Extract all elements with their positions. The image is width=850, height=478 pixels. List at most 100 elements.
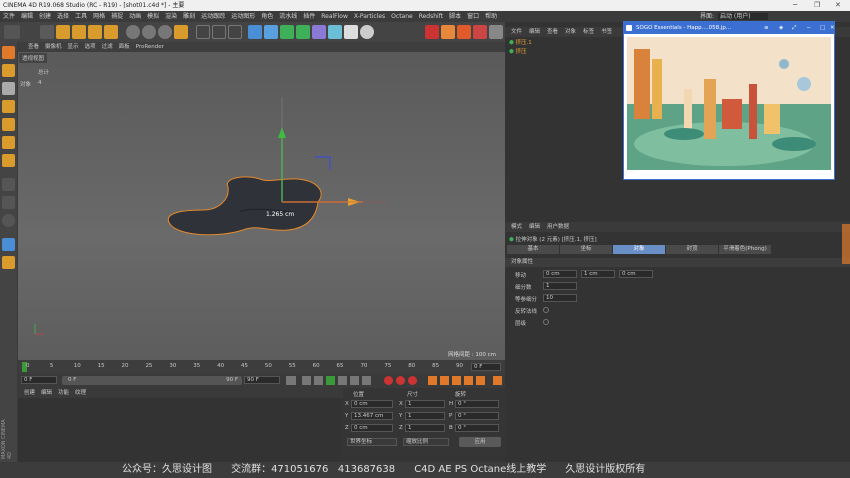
solo-button[interactable] — [2, 238, 15, 251]
layout-select[interactable]: 启动 (用户) — [718, 13, 768, 20]
apply-button[interactable]: 应用 — [459, 437, 501, 447]
menu-item[interactable]: Octane — [391, 13, 413, 20]
material-menu-item[interactable]: 编辑 — [41, 390, 52, 396]
menu-item[interactable]: 流水线 — [279, 13, 297, 20]
menu-item[interactable]: 脚本 — [449, 13, 461, 20]
model-mode-button[interactable] — [2, 64, 15, 77]
menu-item[interactable]: 文件 — [3, 13, 15, 20]
y-axis-button[interactable] — [142, 25, 156, 39]
prev-frame-button[interactable] — [314, 376, 323, 385]
attribute-menu-item[interactable]: 模式 — [511, 224, 522, 230]
menu-item[interactable]: 模拟 — [147, 13, 159, 20]
coord-system-button[interactable] — [174, 25, 188, 39]
object-row[interactable]: ⬢ 挤压 — [509, 47, 569, 55]
attribute-menu-item[interactable]: 编辑 — [529, 224, 540, 230]
menu-item[interactable]: 角色 — [261, 13, 273, 20]
deformer-button[interactable] — [312, 25, 326, 39]
coord-rot-field[interactable]: 0 ° — [455, 424, 499, 432]
end-frame-field[interactable]: 90 F — [244, 376, 280, 384]
menu-item[interactable]: 运动跟踪 — [201, 13, 225, 20]
key-param-button[interactable] — [464, 376, 473, 385]
xparticles-button[interactable] — [441, 25, 455, 39]
attribute-value-field[interactable]: 10 — [543, 294, 577, 302]
menu-item[interactable]: 运动图形 — [231, 13, 255, 20]
pen-button[interactable] — [264, 25, 278, 39]
undo-button[interactable] — [4, 25, 20, 39]
object-menu-item[interactable]: 文件 — [511, 29, 522, 35]
workplane-button[interactable] — [2, 100, 15, 113]
key-position-button[interactable] — [428, 376, 437, 385]
make-editable-button[interactable] — [2, 46, 15, 59]
goto-end-button[interactable] — [362, 376, 371, 385]
image-viewer-titlebar[interactable]: SOGO Essentials - Happ....058.jp... ≡ ◈ … — [624, 22, 835, 34]
render-picture-button[interactable] — [212, 25, 226, 39]
attribute-menu-item[interactable]: 用户数据 — [547, 224, 569, 230]
fullscreen-icon[interactable]: ⤢ — [792, 22, 796, 34]
octane-button[interactable] — [457, 25, 471, 39]
floor-button[interactable] — [328, 25, 342, 39]
menu-item[interactable]: 捕捉 — [111, 13, 123, 20]
timeline-menu-button[interactable] — [493, 376, 502, 385]
object-menu-item[interactable]: 编辑 — [529, 29, 540, 35]
points-mode-button[interactable] — [2, 118, 15, 131]
attribute-value-field[interactable]: 1 — [543, 282, 577, 290]
menu-item[interactable]: 窗口 — [467, 13, 479, 20]
play-button[interactable] — [326, 376, 335, 385]
record-button[interactable] — [384, 376, 393, 385]
key-pla-button[interactable] — [476, 376, 485, 385]
attribute-value-field[interactable]: 0 cm — [619, 270, 653, 278]
close-icon[interactable]: ✕ — [830, 22, 835, 34]
attribute-tab[interactable]: 平滑着色(Phong) — [719, 245, 771, 254]
z-axis-button[interactable] — [158, 25, 172, 39]
polygons-mode-button[interactable] — [2, 154, 15, 167]
plugin-button[interactable] — [489, 25, 503, 39]
render-view-button[interactable] — [196, 25, 210, 39]
coord-size-field[interactable]: 1 — [405, 424, 445, 432]
last-tool-button[interactable] — [104, 25, 118, 39]
tweak-button[interactable] — [2, 196, 15, 209]
menu-item[interactable]: RealFlow — [321, 13, 348, 20]
timeline[interactable]: 0 5 10 15 20 25 30 35 40 45 50 55 60 65 70 75 80 85 90 0 F — [18, 360, 505, 374]
menu-item[interactable]: 编辑 — [21, 13, 33, 20]
minimize-icon[interactable]: ─ — [793, 0, 797, 11]
next-key-button[interactable] — [350, 376, 359, 385]
close-icon[interactable]: ✕ — [835, 0, 841, 11]
coord-pos-field[interactable]: 0 cm — [351, 424, 393, 432]
cube-button[interactable] — [248, 25, 262, 39]
menu-icon[interactable]: ≡ — [764, 22, 769, 34]
viewport-menu-item[interactable]: 面板 — [119, 44, 130, 50]
maximize-icon[interactable]: □ — [820, 22, 825, 34]
size-mode-select[interactable]: 缩放比例 — [403, 438, 449, 446]
attribute-tab[interactable]: 对象 — [613, 245, 665, 254]
minimize-icon[interactable]: ─ — [807, 22, 810, 34]
coord-mode-select[interactable]: 世界坐标 — [347, 438, 397, 446]
keyframe-sel-button[interactable] — [408, 376, 417, 385]
coord-pos-field[interactable]: 13.467 cm — [351, 412, 393, 420]
material-manager[interactable]: 创建 编辑 功能 纹理 — [18, 388, 343, 462]
attribute-value-field[interactable]: 0 cm — [543, 270, 577, 278]
material-menu-item[interactable]: 创建 — [24, 390, 35, 396]
object-menu-item[interactable]: 查看 — [547, 29, 558, 35]
realflow-button[interactable] — [425, 25, 439, 39]
image-viewer-window[interactable]: SOGO Essentials - Happ....058.jp... ≡ ◈ … — [623, 21, 835, 180]
menu-item[interactable]: 渲染 — [165, 13, 177, 20]
edges-mode-button[interactable] — [2, 136, 15, 149]
object-menu-item[interactable]: 标签 — [583, 29, 594, 35]
coord-size-field[interactable]: 1 — [405, 412, 445, 420]
prev-key-button[interactable] — [302, 376, 311, 385]
timeline-frame-field[interactable]: 0 F — [471, 363, 501, 371]
viewport-menu-item[interactable]: 显示 — [68, 44, 79, 50]
menu-item[interactable]: 创建 — [39, 13, 51, 20]
attribute-checkbox[interactable] — [543, 319, 549, 325]
current-frame-field[interactable]: 0 F — [21, 376, 57, 384]
viewport-menu-item[interactable]: 选项 — [85, 44, 96, 50]
key-rotation-button[interactable] — [452, 376, 461, 385]
select-tool-button[interactable] — [40, 25, 54, 39]
menu-item[interactable]: X-Particles — [354, 13, 385, 20]
attribute-tab[interactable]: 封顶 — [666, 245, 718, 254]
redshift-button[interactable] — [473, 25, 487, 39]
light-button[interactable] — [360, 25, 374, 39]
key-scale-button[interactable] — [440, 376, 449, 385]
material-menu-item[interactable]: 纹理 — [75, 390, 86, 396]
side-tab-strip[interactable] — [842, 224, 850, 264]
